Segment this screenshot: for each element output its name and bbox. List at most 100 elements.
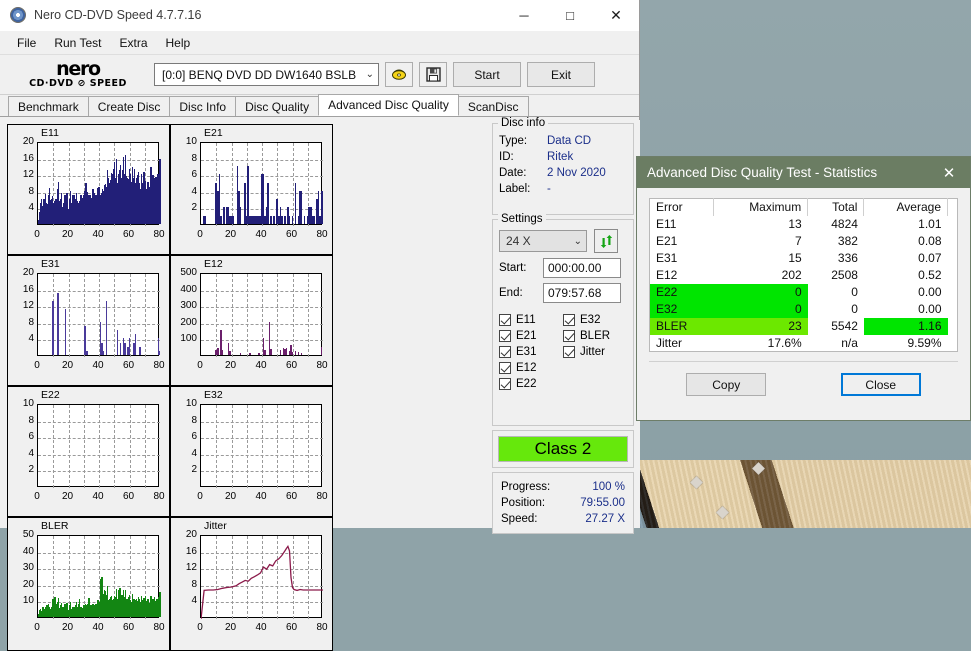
position-label: Position: (501, 497, 546, 509)
checkbox-jitter[interactable]: Jitter (563, 346, 627, 358)
x-tick-label: 40 (255, 491, 267, 502)
cell-pad (948, 267, 958, 284)
cell-error: E32 (649, 300, 714, 318)
start-button[interactable]: Start (453, 62, 521, 87)
menu-item-help[interactable]: Help (157, 33, 200, 53)
save-button[interactable] (419, 62, 447, 87)
checkbox-bler[interactable]: BLER (563, 330, 627, 342)
tab-disc-info[interactable]: Disc Info (169, 96, 237, 116)
start-label: Start: (499, 262, 527, 274)
menu-item-run-test[interactable]: Run Test (45, 33, 110, 53)
menu-item-extra[interactable]: Extra (110, 33, 156, 53)
checkbox-e21[interactable]: E21 (499, 330, 563, 342)
x-tick-label: 0 (197, 360, 203, 371)
gridline-horizontal (201, 438, 323, 439)
cell-total: 4824 (831, 217, 858, 231)
checkbox-e22[interactable]: E22 (499, 378, 563, 390)
graph-bar (124, 342, 126, 355)
y-tick-label: 20 (22, 267, 34, 278)
drive-select[interactable]: [0:0] BENQ DVD DD DW1640 BSLB ⌄ (154, 63, 379, 86)
graph-bar (229, 350, 231, 355)
column-header-average: Average (863, 198, 948, 216)
y-tick-label: 16 (185, 545, 197, 557)
nero-logo-line1: nero (56, 57, 101, 80)
x-tick-label: 0 (197, 622, 203, 633)
close-button[interactable]: ✕ (593, 0, 639, 31)
gridline-horizontal (38, 422, 160, 423)
statistics-dialog-close-button[interactable]: ✕ (928, 157, 970, 188)
checkbox-e32[interactable]: E32 (563, 314, 627, 326)
table-row[interactable]: E32 0 0 0.00 (649, 300, 958, 318)
graph-bar (86, 350, 88, 355)
minimize-button[interactable]: ─ (501, 0, 547, 31)
checkbox-e31[interactable]: E31 (499, 346, 563, 358)
gridline-vertical (53, 405, 54, 488)
close-dialog-button[interactable]: Close (840, 373, 921, 396)
table-row[interactable]: Jitter 17.6% n/a 9.59% (650, 335, 958, 352)
cell-pad (948, 318, 958, 335)
disc-info-type: Type: Data CD (499, 133, 627, 149)
graph-plot-area (37, 535, 161, 619)
x-tick-label: 80 (316, 229, 328, 240)
disc-info-id: ID: Ritek (499, 149, 627, 165)
table-row[interactable]: E11 13 4824 1.01 (650, 216, 958, 233)
checkbox-label: BLER (580, 330, 611, 342)
start-input[interactable]: 000:00.00 (543, 258, 621, 278)
y-tick-label: 400 (180, 283, 197, 295)
y-tick-label: 6 (191, 169, 197, 181)
graph-panel-bler: BLER 10 20 30 40 50 0 20 40 60 80 (7, 517, 170, 651)
graph-bar (102, 350, 105, 355)
table-row[interactable]: E22 0 0 0.00 (649, 283, 958, 301)
checkbox-e12[interactable]: E12 (499, 362, 563, 374)
refresh-button[interactable] (594, 229, 618, 253)
graph-bar (239, 207, 242, 224)
graph-bar (232, 215, 234, 224)
checkbox-e11[interactable]: E11 (499, 314, 563, 326)
speed-select[interactable]: 24 X ⌄ (499, 230, 587, 252)
disc-info-date-value: 2 Nov 2020 (547, 167, 606, 179)
eject-disc-button[interactable] (385, 62, 413, 87)
graph-plot-area (37, 404, 160, 488)
table-row[interactable]: E31 15 336 0.07 (650, 250, 958, 267)
exit-button[interactable]: Exit (527, 62, 595, 87)
cell-error: E12 (656, 268, 678, 282)
tab-content-advanced-disc-quality: E11 4 8 12 16 20 0 20 40 60 80 E21 2 4 6 8 10 0 20 40 60 80 E3… (0, 117, 640, 651)
statistics-table-body: E11 13 4824 1.01 E21 7 382 0.08 E31 15 336 0.07 E12 2… (649, 216, 958, 352)
gridline-horizontal (38, 569, 160, 570)
graph-bar (159, 158, 161, 224)
table-row[interactable]: E21 7 382 0.08 (650, 233, 958, 250)
checkmark-icon (499, 330, 511, 342)
x-tick-label: 0 (34, 491, 40, 502)
menu-item-file[interactable]: File (8, 33, 45, 53)
copy-button[interactable]: Copy (686, 373, 767, 396)
graph-plot-area (37, 273, 160, 357)
table-row[interactable]: BLER 23 5542 1.16 (649, 317, 958, 335)
end-input[interactable]: 079:57.68 (543, 283, 621, 303)
x-tick-label: 0 (34, 622, 40, 633)
y-tick-label: 16 (22, 152, 34, 164)
x-tick-label: 60 (285, 229, 298, 240)
tab-benchmark[interactable]: Benchmark (8, 96, 89, 116)
tab-create-disc[interactable]: Create Disc (87, 96, 171, 116)
cell-pad (948, 335, 958, 352)
y-tick-label: 12 (22, 300, 34, 312)
tab-disc-quality[interactable]: Disc Quality (235, 96, 320, 116)
cell-average: 0.00 (918, 302, 942, 316)
x-tick-label: 20 (61, 622, 74, 633)
progress-value: 100 % (592, 481, 625, 493)
checkbox-label: Jitter (580, 346, 605, 358)
disc-info-date: Date: 2 Nov 2020 (499, 165, 627, 181)
table-row[interactable]: E12 202 2508 0.52 (650, 267, 958, 284)
cell-maximum: 23 (713, 317, 808, 335)
gridline-vertical (247, 405, 248, 488)
y-tick-label: 4 (191, 595, 197, 607)
position-row: Position: 79:55.00 (501, 495, 625, 511)
statistics-dialog-body: Error Maximum Total Average E11 13 4824 1.0… (637, 188, 970, 396)
tab-advanced-disc-quality[interactable]: Advanced Disc Quality (318, 94, 459, 116)
y-tick-label: 4 (28, 447, 34, 459)
tab-scandisc[interactable]: ScanDisc (457, 96, 529, 116)
maximize-button[interactable]: □ (547, 0, 593, 31)
graph-bar (291, 351, 294, 355)
checkbox-label: E21 (516, 330, 537, 342)
cell-pad (948, 216, 958, 233)
